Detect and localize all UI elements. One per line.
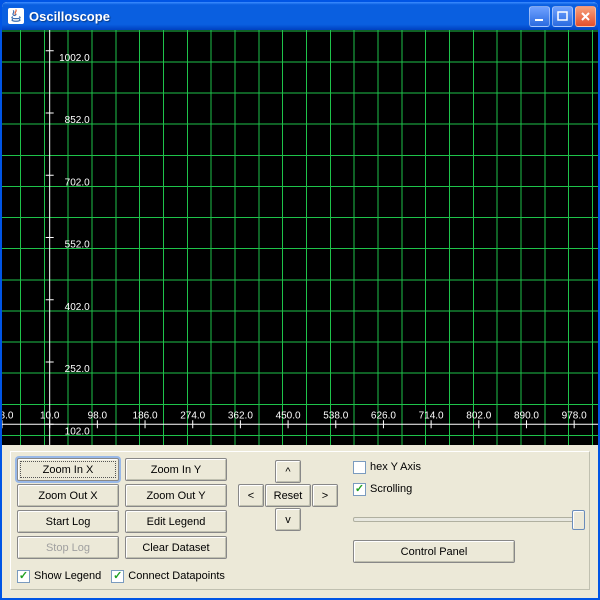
title-bar: Oscilloscope [2,2,598,30]
zoom-out-y-button[interactable]: Zoom Out Y [125,484,227,507]
stop-log-button: Stop Log [17,536,119,559]
minimize-button[interactable] [529,6,550,27]
svg-text:702.0: 702.0 [65,177,90,188]
svg-text:626.0: 626.0 [371,410,396,421]
zoom-out-x-button[interactable]: Zoom Out X [17,484,119,507]
show-legend-label: Show Legend [34,570,101,582]
edit-legend-button[interactable]: Edit Legend [125,510,227,533]
oscilloscope-window: Oscilloscope -78.0 10.0 98.0 186.0 274.0 362.… [0,0,600,600]
hex-y-axis-label: hex Y Axis [370,461,421,473]
window-title: Oscilloscope [29,9,529,24]
svg-text:402.0: 402.0 [65,302,90,313]
svg-text:10.0: 10.0 [40,410,60,421]
pan-right-button[interactable]: > [312,484,338,507]
svg-text:890.0: 890.0 [514,410,539,421]
connect-datapoints-checkbox[interactable] [111,570,124,583]
oscilloscope-plot[interactable]: -78.0 10.0 98.0 186.0 274.0 362.0 450.0 538.0 62… [2,30,598,445]
scroll-slider[interactable] [353,508,583,528]
reset-button[interactable]: Reset [265,484,311,507]
svg-text:98.0: 98.0 [88,410,108,421]
svg-text:802.0: 802.0 [466,410,491,421]
svg-text:538.0: 538.0 [323,410,348,421]
svg-text:-78.0: -78.0 [2,410,14,421]
svg-text:714.0: 714.0 [419,410,444,421]
connect-datapoints-label: Connect Datapoints [128,570,225,582]
content-area: -78.0 10.0 98.0 186.0 274.0 362.0 450.0 538.0 62… [2,30,598,598]
clear-dataset-button[interactable]: Clear Dataset [125,536,227,559]
control-panel-area: Zoom In X Zoom Out X Start Log Stop Log … [2,445,598,598]
show-legend-checkbox[interactable] [17,570,30,583]
scrolling-label: Scrolling [370,483,412,495]
scrolling-checkbox[interactable] [353,483,366,496]
svg-text:552.0: 552.0 [65,240,90,251]
start-log-button[interactable]: Start Log [17,510,119,533]
pan-dpad: ^ < Reset > v [239,461,337,530]
svg-text:978.0: 978.0 [562,410,587,421]
pan-down-button[interactable]: v [275,508,301,531]
svg-text:186.0: 186.0 [133,410,158,421]
zoom-in-x-button[interactable]: Zoom In X [17,458,119,481]
pan-left-button[interactable]: < [238,484,264,507]
svg-text:362.0: 362.0 [228,410,253,421]
maximize-button[interactable] [552,6,573,27]
svg-text:450.0: 450.0 [276,410,301,421]
svg-text:852.0: 852.0 [65,115,90,126]
java-icon [8,8,24,24]
zoom-in-y-button[interactable]: Zoom In Y [125,458,227,481]
control-panel-button[interactable]: Control Panel [353,540,515,563]
svg-text:1002.0: 1002.0 [59,53,90,64]
svg-text:274.0: 274.0 [180,410,205,421]
hex-y-axis-checkbox[interactable] [353,461,366,474]
svg-text:252.0: 252.0 [65,364,90,375]
svg-text:102.0: 102.0 [65,426,90,437]
pan-up-button[interactable]: ^ [275,460,301,483]
close-button[interactable] [575,6,596,27]
